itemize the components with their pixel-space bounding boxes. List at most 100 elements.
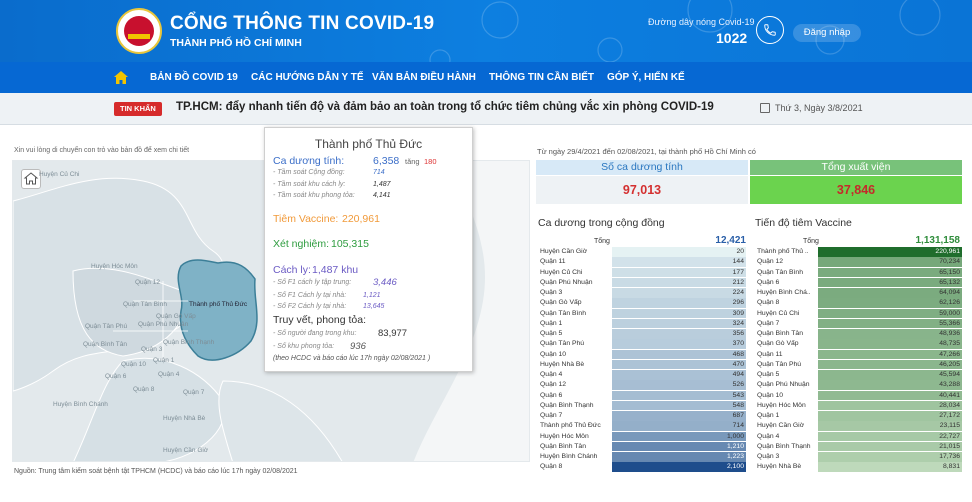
map-label: Huyện Củ Chi (39, 171, 80, 178)
virus-pattern-icon (429, 0, 941, 62)
vaccine-label: Tiêm Vaccine: (273, 213, 339, 225)
bar-label: Quận 6 (757, 278, 780, 286)
home-icon (23, 172, 39, 185)
login-button[interactable]: Đăng nhập (793, 24, 861, 42)
bar-value: 22,727 (939, 432, 960, 440)
district-tooltip: Thành phố Thủ Đức Ca dương tính: 6,358 t… (264, 127, 473, 372)
bar-value: 62,126 (939, 299, 960, 307)
bar-value: 687 (732, 412, 744, 419)
bar-label: Quận Phú Nhuận (540, 278, 593, 286)
map-hint: Xin vui lòng di chuyển con trỏ vào bản đ… (14, 147, 190, 154)
bar-label: Huyện Cần Giờ (540, 248, 588, 255)
test-value: 105,315 (331, 238, 369, 250)
bar-value: 48,936 (939, 330, 960, 337)
bar-label: Quận 8 (757, 299, 780, 307)
bar-value: 43,288 (939, 381, 960, 389)
cases-value: 6,358 (373, 155, 400, 167)
bar-value: 144 (732, 258, 744, 266)
map-label: Quận 8 (133, 386, 155, 393)
bar-value: 28,034 (939, 401, 960, 409)
bar-value: 65,150 (939, 268, 960, 276)
data-source: Nguồn: Trung tâm kiểm soát bệnh tật TPHC… (14, 468, 298, 475)
isolation-value: 1,487 khu (312, 264, 359, 276)
bar-label: Quận Bình Thạnh (540, 401, 594, 409)
map-label: Quận 4 (158, 371, 180, 378)
bar-value: 356 (732, 330, 744, 337)
vaccine-total-label: Tổng (803, 238, 819, 245)
bar-label: Quận 8 (540, 463, 563, 471)
screen-isolation-label: - Tầm soát khu cách ly: (273, 181, 346, 188)
bar-label: Thành phố Thủ Đức (540, 422, 601, 430)
bar-value: 470 (732, 360, 744, 368)
nav-item-feedback[interactable]: GÓP Ý, HIẾN KẾ (607, 72, 685, 83)
nav-item-documents[interactable]: VĂN BẢN ĐIỀU HÀNH (372, 72, 476, 83)
map-label: Quận Tân Phú (85, 323, 128, 330)
bar-value: 468 (732, 350, 744, 358)
nav-item-medical-guides[interactable]: CÁC HƯỚNG DẪN Y TẾ (251, 72, 364, 83)
map-label: Quận Tân Bình (123, 301, 167, 308)
home-icon[interactable] (113, 70, 129, 85)
community-total-value: 12,421 (715, 235, 746, 246)
bar-label: Quận 10 (757, 391, 784, 399)
f2-home-label: - Số F2 Cách ly tại nhà: (273, 303, 347, 310)
vaccine-value: 220,961 (342, 213, 380, 225)
trace-label: Truy vết, phong tỏa: (273, 314, 366, 326)
screen-blockade-value: 4,141 (373, 192, 391, 199)
vaccine-total-value: 1,131,158 (915, 235, 961, 246)
phone-icon[interactable] (756, 16, 784, 44)
bar-value: 324 (732, 319, 744, 327)
nav-item-map[interactable]: BẢN ĐỒ COVID 19 (150, 72, 238, 83)
bar-value: 526 (732, 381, 744, 389)
bar-label: Huyện Nhà Bè (540, 360, 585, 368)
bar-label: Quận 10 (540, 350, 567, 358)
bar-label: Quận 11 (540, 258, 566, 266)
bar-label: Quận 7 (540, 412, 563, 419)
blocked-areas-value: 936 (350, 341, 366, 352)
bar-label: Quận Gò Vấp (757, 340, 799, 348)
f1-central-label: - Số F1 cách ly tập trung: (273, 279, 352, 286)
blocked-areas-label: - Số khu phong tỏa: (273, 343, 335, 350)
date-range-text: Từ ngày 29/4/2021 đến 02/08/2021, tại th… (537, 147, 756, 156)
positive-cases-header: Số ca dương tính (536, 160, 748, 175)
isolation-label: Cách ly: (273, 264, 311, 276)
community-chart-title: Ca dương trong cộng đồng (538, 217, 665, 229)
site-subtitle: THÀNH PHỐ HỒ CHÍ MINH (170, 37, 302, 49)
bar-label: Thành phố Thủ .. (757, 248, 809, 255)
bar-label: Quận Gò Vấp (540, 299, 582, 307)
bar-value: 177 (732, 268, 744, 276)
nav-item-info[interactable]: THÔNG TIN CẦN BIẾT (489, 72, 594, 83)
bar-label: Quận Bình Tân (757, 330, 803, 337)
bar-value: 543 (732, 391, 744, 399)
hcmc-logo[interactable] (116, 8, 162, 54)
bar-value: 309 (732, 309, 744, 317)
map-label: Quận 3 (141, 346, 163, 353)
bar-value: 2,100 (726, 463, 744, 471)
bar-label: Quận 4 (757, 432, 780, 440)
bar-value: 224 (732, 289, 744, 296)
bar-value: 296 (732, 299, 744, 307)
bar-label: Huyện Hóc Môn (757, 401, 806, 409)
bar-label: Quận 1 (757, 412, 780, 419)
bar-value: 1,223 (726, 453, 744, 460)
bar-label: Huyện Nhà Bè (757, 463, 802, 471)
bar-value: 1,210 (726, 442, 744, 450)
bar-value: 48,735 (939, 340, 960, 348)
bar-value: 70,234 (939, 258, 960, 266)
map-label: Quận Bình Tân (83, 341, 127, 348)
map-home-button[interactable] (21, 169, 41, 189)
discharged-value: 37,846 (750, 176, 962, 204)
bar-label: Quận 6 (540, 391, 563, 399)
bar-value: 46,205 (939, 360, 960, 368)
bar-value: 65,132 (939, 278, 960, 286)
bar-label: Huyện Bình Chá.. (757, 289, 811, 296)
test-label: Xét nghiệm: (273, 238, 330, 250)
news-headline[interactable]: TP.HCM: đẩy nhanh tiến độ và đảm bảo an … (176, 101, 714, 113)
bar-value: 21,015 (939, 442, 960, 450)
map-label: Huyện Cần Giờ (163, 447, 209, 454)
bar-label: Quận 5 (757, 371, 780, 378)
bar-value: 494 (732, 371, 744, 378)
bar-label: Quận 3 (540, 289, 563, 296)
bar-value: 40,441 (939, 391, 960, 399)
bar-value: 17,736 (939, 453, 960, 460)
news-date: Thứ 3, Ngày 3/8/2021 (775, 103, 863, 113)
